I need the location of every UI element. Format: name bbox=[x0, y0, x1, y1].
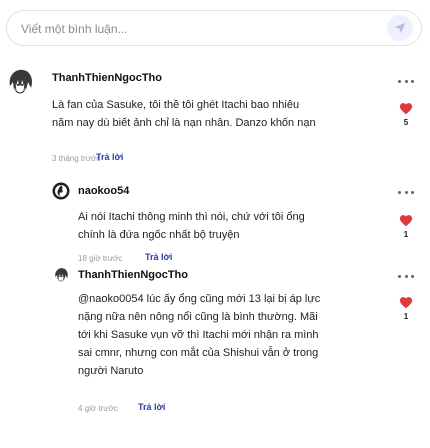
comment-text: Ai nói Itachi thông minh thì nói, chứ vớ… bbox=[78, 208, 378, 244]
comment-author[interactable]: ThanhThienNgocTho bbox=[78, 269, 188, 281]
comment-author[interactable]: ThanhThienNgocTho bbox=[52, 72, 162, 84]
comment-input-box[interactable] bbox=[6, 10, 422, 46]
comment-text-line: Là fan của Sasuke, tôi thề tôi ghét Itac… bbox=[52, 99, 300, 111]
reply-button[interactable]: Trả lời bbox=[138, 402, 165, 412]
comment-text-line: người Naruto bbox=[78, 365, 144, 377]
send-icon bbox=[394, 22, 406, 34]
comment-time: 4 giờ trước bbox=[78, 404, 118, 413]
like-count: 5 bbox=[403, 118, 409, 127]
reply-button[interactable]: Trả lời bbox=[96, 152, 123, 162]
naruto-avatar-icon[interactable] bbox=[52, 266, 70, 284]
comment-text-line: sai cmnr, nhưng con mắt của Shishui vẫn … bbox=[78, 347, 319, 359]
comment-input[interactable] bbox=[21, 19, 361, 39]
like-count: 1 bbox=[403, 312, 409, 321]
comment-time: 3 tháng trước bbox=[52, 154, 101, 163]
more-options-icon[interactable] bbox=[398, 273, 414, 279]
sharingan-avatar-icon[interactable] bbox=[52, 182, 70, 200]
comment-text: Là fan của Sasuke, tôi thề tôi ghét Itac… bbox=[52, 96, 382, 132]
comment-text-line: năm nay dù biết ảnh chỉ là nạn nhân. Dan… bbox=[52, 117, 316, 129]
comment-author[interactable]: naokoo54 bbox=[78, 185, 129, 197]
heart-icon[interactable] bbox=[399, 214, 413, 227]
like-button[interactable]: 1 bbox=[396, 296, 416, 321]
comment: ThanhThienNgocTho Là fan của Sasuke, tôi… bbox=[0, 66, 430, 170]
comment-text-line: @naoko0054 lúc ấy ổng cũng mới 13 lại bị… bbox=[78, 293, 321, 305]
like-button[interactable]: 1 bbox=[396, 214, 416, 239]
like-button[interactable]: 5 bbox=[396, 102, 416, 127]
reply-button[interactable]: Trả lời bbox=[145, 252, 172, 262]
comment: ThanhThienNgocTho @naoko0054 lúc ấy ổng … bbox=[0, 264, 430, 444]
comment-text-line: tới khi Sasuke vụn vỡ thì Itachi mới nhậ… bbox=[78, 329, 319, 341]
send-button[interactable] bbox=[387, 15, 413, 41]
comment-time: 18 giờ trước bbox=[78, 254, 123, 263]
heart-icon[interactable] bbox=[399, 102, 413, 115]
comment-text-line: Ai nói Itachi thông minh thì nói, chứ vớ… bbox=[78, 211, 305, 223]
comment: naokoo54 Ai nói Itachi thông minh thì nó… bbox=[0, 180, 430, 264]
comment-text-line: nặng nữa nên nông nổi cũng là bình thườn… bbox=[78, 311, 318, 323]
more-options-icon[interactable] bbox=[398, 189, 414, 195]
heart-icon[interactable] bbox=[399, 296, 413, 309]
naruto-avatar-icon[interactable] bbox=[4, 66, 36, 98]
like-count: 1 bbox=[403, 230, 409, 239]
comment-text: @naoko0054 lúc ấy ổng cũng mới 13 lại bị… bbox=[78, 290, 378, 380]
more-options-icon[interactable] bbox=[398, 78, 414, 84]
comment-text-line: chính là đứa ngốc nhất bộ truyện bbox=[78, 229, 240, 241]
